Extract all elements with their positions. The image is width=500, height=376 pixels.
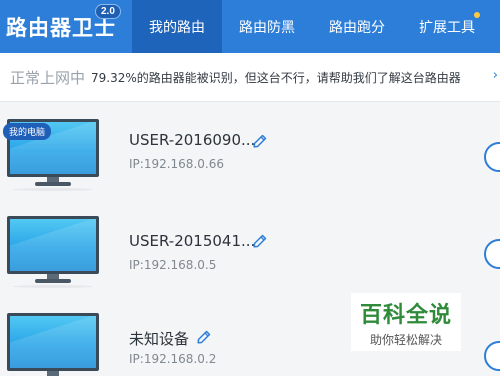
connection-status: 正常上网中 [10, 68, 86, 87]
device-name: USER-2015041... [129, 232, 256, 250]
device-toggle[interactable] [484, 341, 500, 371]
device-ip: IP:192.168.0.66 [129, 157, 224, 171]
my-computer-badge: 我的电脑 [3, 123, 52, 140]
device-name: 未知设备 [129, 330, 190, 348]
device-row: 我的电脑 USER-2016090... IP:192.168.0.66 [0, 103, 500, 199]
chevron-right-icon[interactable]: › [493, 68, 498, 83]
top-bar: 路由器卫士 2.0 我的路由 路由防黑 路由跑分 扩展工具 [0, 0, 500, 53]
tab-label: 路由跑分 [329, 19, 385, 36]
edit-pencil-icon[interactable] [252, 133, 268, 149]
main-nav: 我的路由 路由防黑 路由跑分 扩展工具 [132, 0, 492, 53]
tab-my-router[interactable]: 我的路由 [132, 0, 222, 53]
watermark-subtitle: 助你轻松解决 [369, 332, 442, 347]
watermark-logo: 百科全说 助你轻松解决 [351, 293, 461, 351]
monitor-shadow [13, 285, 93, 288]
device-toggle[interactable] [484, 142, 500, 172]
monitor-base [35, 279, 71, 283]
tab-router-benchmark[interactable]: 路由跑分 [312, 0, 402, 53]
computer-icon [7, 313, 99, 376]
edit-pencil-icon[interactable] [196, 329, 212, 345]
notification-dot [474, 12, 480, 18]
device-ip: IP:192.168.0.5 [129, 258, 217, 272]
status-strip: 正常上网中 79.32%的路由器能被识别，但这台不行，请帮助我们了解这台路由器 … [0, 53, 500, 102]
tab-label: 扩展工具 [419, 19, 475, 36]
monitor-base [35, 182, 71, 186]
device-row: USER-2015041... IP:192.168.0.5 [0, 199, 500, 295]
tab-router-antihack[interactable]: 路由防黑 [222, 0, 312, 53]
device-ip: IP:192.168.0.2 [129, 352, 217, 366]
edit-pencil-icon[interactable] [252, 233, 268, 249]
monitor-screen [7, 313, 99, 371]
version-badge: 2.0 [95, 4, 121, 19]
device-toggle[interactable] [484, 239, 500, 269]
device-name: USER-2016090... [129, 131, 256, 149]
tab-label: 路由防黑 [239, 19, 295, 36]
brand: 路由器卫士 2.0 [0, 0, 132, 53]
router-guard-app: 路由器卫士 2.0 我的路由 路由防黑 路由跑分 扩展工具 正常上网中 79.3… [0, 0, 500, 376]
tab-label: 我的路由 [149, 19, 205, 36]
watermark-title: 百科全说 [359, 302, 452, 328]
status-message[interactable]: 79.32%的路由器能被识别，但这台不行，请帮助我们了解这台路由器 [91, 69, 461, 86]
monitor-shadow [13, 188, 93, 191]
monitor-screen [7, 216, 99, 274]
computer-icon [7, 216, 99, 288]
tab-extension-tools[interactable]: 扩展工具 [402, 0, 492, 53]
